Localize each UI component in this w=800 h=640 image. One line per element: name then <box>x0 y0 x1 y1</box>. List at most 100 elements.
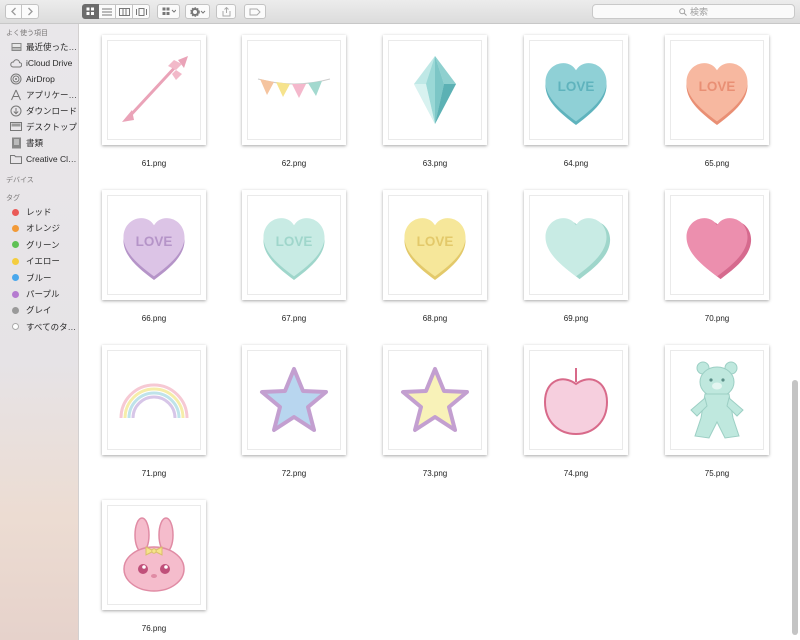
thumbnail-image <box>107 505 201 605</box>
columns-icon <box>118 7 130 16</box>
crystal-illustration <box>414 56 456 124</box>
file-thumbnail[interactable] <box>242 345 346 455</box>
file-item[interactable]: 61.png <box>102 35 206 168</box>
svg-text:LOVE: LOVE <box>276 234 313 249</box>
applications-icon <box>10 89 22 101</box>
search-input[interactable]: 検索 <box>592 4 795 19</box>
sidebar-tag-label: パープル <box>26 289 60 299</box>
file-thumbnail[interactable]: LOVE <box>665 35 769 145</box>
file-item[interactable]: 69.png <box>524 190 628 323</box>
forward-button[interactable] <box>22 4 39 19</box>
thumbnail-image <box>247 40 341 140</box>
file-thumbnail[interactable]: LOVE <box>524 35 628 145</box>
sidebar-tag-label: レッド <box>26 207 52 217</box>
sidebar-tag-item[interactable]: パープル <box>10 287 78 301</box>
sidebar-item-desktop[interactable]: デスクトップ <box>10 120 78 134</box>
thumbnail-image <box>107 40 201 140</box>
svg-text:LOVE: LOVE <box>136 234 173 249</box>
sidebar-item-icloud-drive[interactable]: iCloud Drive <box>10 56 78 70</box>
sidebar-item-applications[interactable]: アプリケー… <box>10 88 78 102</box>
list-icon <box>102 8 112 15</box>
sidebar-tag-item[interactable]: ブルー <box>10 271 78 285</box>
tag-color-dot <box>12 306 19 314</box>
list-view-button[interactable] <box>99 4 116 19</box>
file-thumbnail[interactable]: LOVE <box>242 190 346 300</box>
share-icon <box>222 6 230 16</box>
file-item[interactable]: 75.png <box>665 345 769 478</box>
action-menu-button[interactable] <box>185 4 210 19</box>
file-name: 74.png <box>563 469 589 478</box>
vertical-scrollbar[interactable] <box>792 380 798 635</box>
chevron-right-icon <box>28 7 33 16</box>
gear-icon <box>189 6 205 17</box>
share-button[interactable] <box>216 4 236 19</box>
file-thumbnail[interactable] <box>524 190 628 300</box>
sidebar-item-label: 書類 <box>26 138 44 148</box>
file-item[interactable]: 76.png <box>102 500 206 633</box>
sidebar-tag-item[interactable]: オレンジ <box>10 221 78 235</box>
tags-header: タグ <box>6 195 20 202</box>
apple-illustration <box>543 368 609 436</box>
view-mode-group <box>82 4 150 19</box>
heart-illustration <box>686 218 752 280</box>
sidebar-item-label: 最近使った… <box>26 42 78 52</box>
file-thumbnail[interactable] <box>242 35 346 145</box>
sidebar-item-downloads[interactable]: ダウンロード <box>10 104 78 118</box>
back-button[interactable] <box>5 4 22 19</box>
file-thumbnail[interactable]: LOVE <box>102 190 206 300</box>
thumbnail-image: LOVE <box>529 40 623 140</box>
file-item[interactable]: 62.png <box>242 35 346 168</box>
thumbnail-image <box>388 40 482 140</box>
file-item[interactable]: 74.png <box>524 345 628 478</box>
file-item[interactable]: LOVE 67.png <box>242 190 346 323</box>
file-thumbnail[interactable] <box>383 35 487 145</box>
file-item[interactable]: 63.png <box>383 35 487 168</box>
all-tags-icon <box>12 323 19 331</box>
svg-text:LOVE: LOVE <box>558 79 595 94</box>
cloud-icon <box>10 57 22 69</box>
file-item[interactable]: LOVE 65.png <box>665 35 769 168</box>
sidebar-item-recents[interactable]: 最近使った… <box>10 40 78 54</box>
file-thumbnail[interactable]: LOVE <box>383 190 487 300</box>
thumbnail-image <box>529 195 623 295</box>
sidebar-tag-item[interactable]: グリーン <box>10 238 78 252</box>
sidebar-item-airdrop[interactable]: AirDrop <box>10 72 78 86</box>
file-name: 72.png <box>281 469 307 478</box>
file-item[interactable]: 70.png <box>665 190 769 323</box>
search-placeholder: 検索 <box>689 7 708 17</box>
file-item[interactable]: LOVE 66.png <box>102 190 206 323</box>
star-illustration <box>260 367 328 432</box>
icon-view-button[interactable] <box>82 4 99 19</box>
file-item[interactable]: LOVE 68.png <box>383 190 487 323</box>
sidebar-tag-item[interactable]: すべてのタ… <box>10 320 78 334</box>
file-item[interactable]: LOVE 64.png <box>524 35 628 168</box>
sidebar-item-creative-cloud[interactable]: Creative Cl… <box>10 152 78 166</box>
sidebar-tag-label: ブルー <box>26 272 52 283</box>
gallery-view-button[interactable] <box>133 4 150 19</box>
sidebar-item-documents[interactable]: 書類 <box>10 136 78 150</box>
file-item[interactable]: 72.png <box>242 345 346 478</box>
thumbnail-image <box>247 350 341 450</box>
file-thumbnail[interactable] <box>102 35 206 145</box>
sidebar-tag-label: イエロー <box>26 256 60 267</box>
file-thumbnail[interactable] <box>665 190 769 300</box>
file-item[interactable]: 73.png <box>383 345 487 478</box>
file-thumbnail[interactable] <box>524 345 628 455</box>
column-view-button[interactable] <box>116 4 133 19</box>
group-by-button[interactable] <box>157 4 180 19</box>
edit-tags-button[interactable] <box>244 4 266 19</box>
file-name: 61.png <box>141 159 167 168</box>
sidebar-tag-label: グリーン <box>26 239 60 250</box>
file-thumbnail[interactable] <box>383 345 487 455</box>
file-name: 68.png <box>422 314 448 323</box>
file-thumbnail[interactable] <box>102 500 206 610</box>
file-item[interactable]: 71.png <box>102 345 206 478</box>
sidebar-tag-item[interactable]: グレイ <box>10 303 78 317</box>
heart-love-illustration: LOVE <box>545 63 607 125</box>
sidebar-tag-item[interactable]: レッド <box>10 205 78 219</box>
file-thumbnail[interactable] <box>665 345 769 455</box>
file-name: 73.png <box>422 469 448 478</box>
sidebar-tag-item[interactable]: イエロー <box>10 254 78 268</box>
file-thumbnail[interactable] <box>102 345 206 455</box>
file-name: 75.png <box>704 469 730 478</box>
